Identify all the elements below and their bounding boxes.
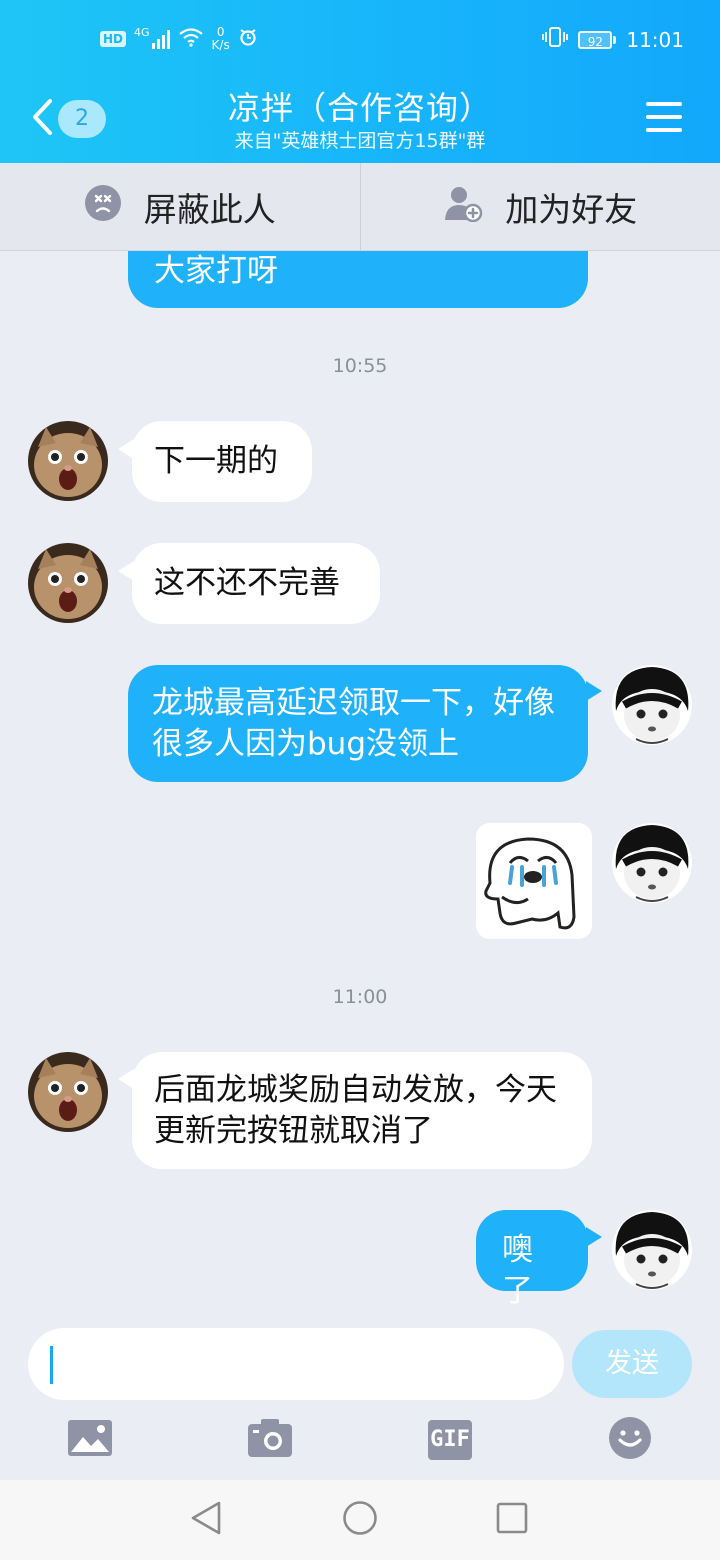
chat-title: 凉拌（合作咨询） xyxy=(227,89,492,127)
message-text: 后面龙城奖励自动发放，今天更新完按钮就取消了 xyxy=(154,1072,557,1149)
emoji-button[interactable] xyxy=(607,1416,653,1464)
message-input[interactable] xyxy=(28,1328,564,1400)
camera-icon xyxy=(247,1418,293,1462)
block-icon xyxy=(84,184,122,230)
wifi-icon xyxy=(178,27,204,52)
status-left: HD 4G 0 K/s xyxy=(100,26,258,52)
avatar[interactable] xyxy=(612,823,692,903)
camera-button[interactable] xyxy=(247,1418,293,1462)
status-right: 92 11:01 xyxy=(542,26,684,53)
block-label: 屏蔽此人 xyxy=(143,189,276,229)
message-bubble-incoming[interactable]: 后面龙城奖励自动发放，今天更新完按钮就取消了 xyxy=(132,1052,592,1169)
sticker-message[interactable] xyxy=(476,823,592,939)
unread-count-badge: 2 xyxy=(58,100,106,138)
message-bubble-incoming[interactable]: 下一期的 xyxy=(132,421,312,502)
triangle-back-icon xyxy=(189,1500,223,1540)
bubble-tail xyxy=(586,681,602,701)
message-bubble-outgoing[interactable]: 龙城最高延迟领取一下，好像很多人因为bug没领上 xyxy=(128,665,588,782)
child-avatar-icon xyxy=(612,823,692,903)
square-recents-icon xyxy=(495,1501,529,1539)
network-speed: 0 K/s xyxy=(212,26,230,52)
status-time: 11:01 xyxy=(626,27,684,52)
signal-icon xyxy=(151,29,170,49)
system-nav-bar xyxy=(0,1480,720,1560)
add-friend-icon xyxy=(443,184,483,230)
gif-button[interactable]: GIF xyxy=(427,1418,473,1462)
avatar[interactable] xyxy=(28,1052,108,1132)
message-text: 下一期的 xyxy=(154,443,278,479)
battery-level: 92 xyxy=(578,30,613,49)
alarm-icon xyxy=(238,27,258,52)
battery-icon: 92 xyxy=(578,30,617,49)
chat-subtitle: 来自"英雄棋士团官方15群"群 xyxy=(234,130,486,152)
message-text: 这不还不完善 xyxy=(154,565,340,601)
text-caret xyxy=(50,1346,53,1384)
avatar[interactable] xyxy=(612,1210,692,1290)
gif-icon: GIF xyxy=(428,1420,472,1460)
add-friend-label: 加为好友 xyxy=(505,189,638,229)
title-block: 凉拌（合作咨询） 来自"英雄棋士团官方15群"群 xyxy=(160,88,560,154)
avatar[interactable] xyxy=(28,421,108,501)
message-text: 噢了 xyxy=(502,1232,533,1309)
smiley-icon xyxy=(608,1416,652,1464)
avatar[interactable] xyxy=(612,665,692,745)
speed-value: 0 xyxy=(216,25,225,39)
nav-recents-button[interactable] xyxy=(492,1500,532,1540)
hd-indicator: HD xyxy=(100,31,127,47)
timestamp: 10:55 xyxy=(332,355,388,377)
send-button[interactable]: 发送 xyxy=(572,1330,692,1398)
speed-unit: K/s xyxy=(211,38,230,52)
back-button[interactable]: 2 xyxy=(30,97,106,141)
nav-back-button[interactable] xyxy=(186,1500,226,1540)
menu-button[interactable] xyxy=(646,102,682,132)
network-type: 4G xyxy=(134,26,150,39)
message-bubble-outgoing[interactable]: 噢了 xyxy=(476,1210,588,1309)
image-icon xyxy=(67,1419,113,1461)
message-text: 大家打呀 xyxy=(154,253,278,289)
child-avatar-icon xyxy=(612,665,692,745)
block-user-button[interactable]: 屏蔽此人 xyxy=(0,163,360,250)
cat-avatar-icon xyxy=(28,1052,108,1132)
chevron-left-icon xyxy=(30,97,54,141)
avatar[interactable] xyxy=(28,543,108,623)
timestamp: 11:00 xyxy=(332,986,388,1008)
cat-avatar-icon xyxy=(28,543,108,623)
bubble-tail xyxy=(586,1227,602,1247)
input-area: 发送 GIF xyxy=(0,1318,720,1480)
message-bubble-outgoing[interactable]: 大家打呀 xyxy=(128,251,588,308)
circle-home-icon xyxy=(342,1500,378,1540)
crying-sticker-icon xyxy=(476,823,592,939)
message-list[interactable]: 大家打呀 10:55 下一期的 这不还不完善 龙城最高延迟领取一下，好像很多人因… xyxy=(0,251,720,1318)
child-avatar-icon xyxy=(612,1210,692,1290)
message-text: 龙城最高延迟领取一下，好像很多人因为bug没领上 xyxy=(152,685,555,762)
nav-home-button[interactable] xyxy=(340,1500,380,1540)
add-friend-button[interactable]: 加为好友 xyxy=(359,163,720,250)
cat-avatar-icon xyxy=(28,421,108,501)
photo-button[interactable] xyxy=(67,1418,113,1462)
message-bubble-incoming[interactable]: 这不还不完善 xyxy=(132,543,380,624)
status-bar: HD 4G 0 K/s 92 11:01 xyxy=(0,22,720,62)
vibrate-icon xyxy=(542,26,569,53)
chat-header: HD 4G 0 K/s 92 11:01 2 凉拌（合作咨询） 来自"英雄棋士团… xyxy=(0,0,720,163)
action-bar: 屏蔽此人 加为好友 xyxy=(0,163,720,251)
